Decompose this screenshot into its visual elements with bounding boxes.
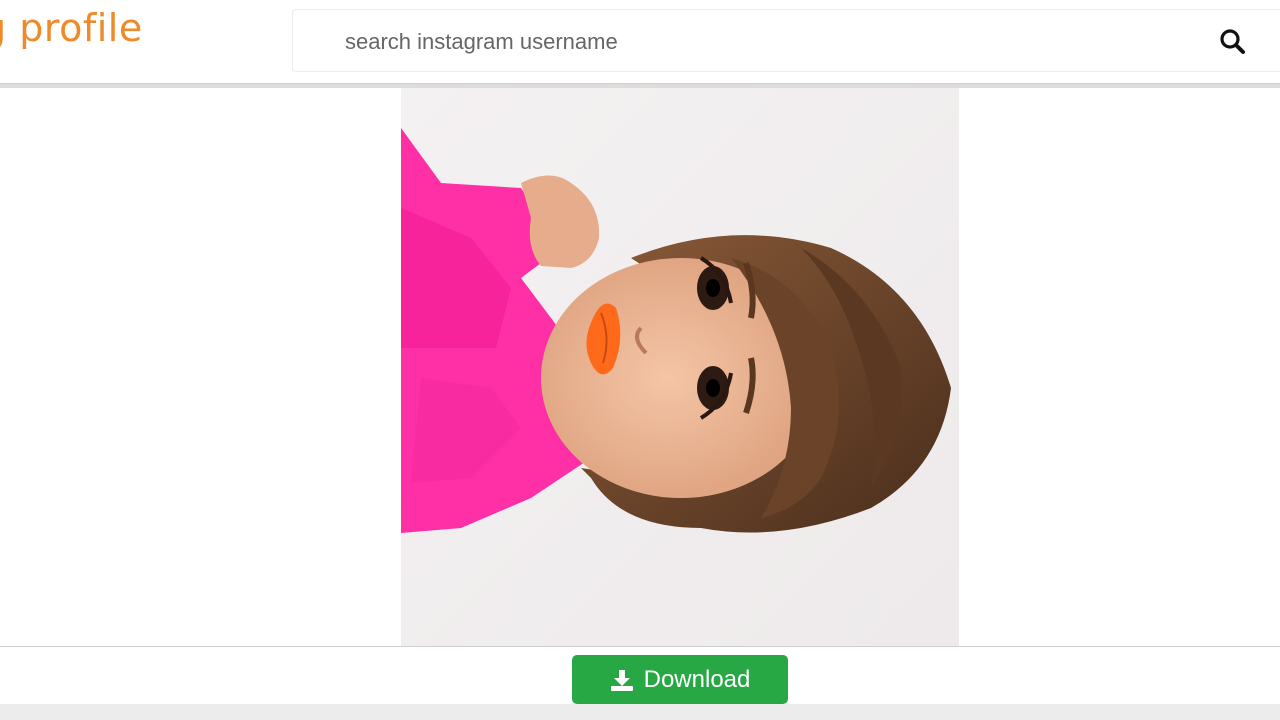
site-logo[interactable]: g profile [0,6,143,50]
download-button[interactable]: Download [572,655,788,704]
search-icon [1220,29,1245,54]
footer-strip [0,704,1280,720]
download-label: Download [643,665,751,693]
search-button[interactable] [1217,26,1249,58]
search-input[interactable] [343,22,1167,62]
profile-photo [401,88,959,646]
site-header: g profile [0,0,1280,84]
search-bar [292,9,1280,72]
download-icon [610,669,633,691]
